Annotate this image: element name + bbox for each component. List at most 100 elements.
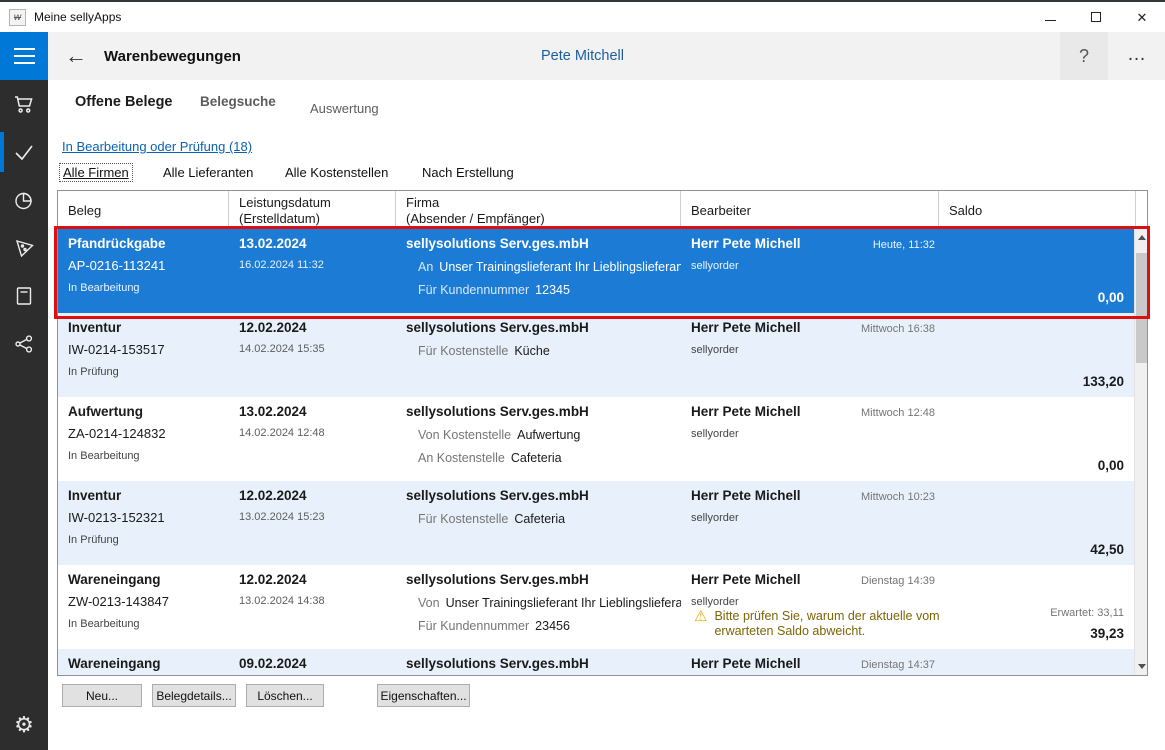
doc-number: ZA-0214-124832 [68, 426, 229, 441]
column-header-firma[interactable]: Firma(Absender / Empfänger) [396, 191, 681, 228]
doc-type: Inventur [68, 488, 229, 503]
row-timestamp: Mittwoch 10:23 [861, 491, 935, 503]
company-details: Von KostenstelleAufwertungAn Kostenstell… [406, 428, 681, 465]
back-button[interactable] [58, 32, 94, 80]
tab-auswertung[interactable]: Auswertung [310, 101, 379, 116]
vertical-scrollbar[interactable] [1134, 229, 1147, 675]
doc-number: AP-0216-113241 [68, 258, 229, 273]
app-window: w Meine sellyApps Warenbewegungen Pete M… [0, 0, 1165, 750]
created-date: 13.02.2024 15:23 [239, 511, 396, 523]
saldo-value: 133,20 [1083, 374, 1124, 389]
tab-offene-belege[interactable]: Offene Belege [75, 94, 173, 110]
detail-line: VonUnser Trainingslieferant Ihr Liebling… [418, 596, 681, 610]
documents-table: Beleg Leistungsdatum(Erstelldatum) Firma… [57, 190, 1148, 676]
column-header-filler [1136, 191, 1147, 228]
table-row[interactable]: Pfandrückgabe AP-0216-113241 In Bearbeit… [58, 229, 1134, 313]
detail-line: Für Kostenstelle Cafeteria [418, 512, 681, 526]
company-details: Für KostenstelleKüche [406, 344, 681, 358]
help-button[interactable] [1060, 32, 1108, 80]
service-date: 09.02.2024 [239, 656, 396, 671]
doc-status: In Bearbeitung [68, 282, 229, 294]
company-details: VonUnser Trainingslieferant Ihr Liebling… [406, 596, 681, 633]
company-name: sellysolutions Serv.ges.mbH [406, 236, 681, 251]
doc-status: In Prüfung [68, 534, 229, 546]
doc-type: Pfandrückgabe [68, 236, 229, 251]
column-header-saldo[interactable]: Saldo [939, 191, 1136, 228]
editor-app: sellyorder [691, 260, 939, 272]
doc-number: IW-0214-153517 [68, 342, 229, 357]
editor-app: sellyorder [691, 344, 939, 356]
company-name: sellysolutions Serv.ges.mbH [406, 656, 681, 671]
status-filter-link[interactable]: In Bearbeitung oder Prüfung (18) [62, 139, 252, 154]
saldo-value: 0,00 [1098, 458, 1124, 473]
row-timestamp: Mittwoch 12:48 [861, 407, 935, 419]
doc-status: In Bearbeitung [68, 450, 229, 462]
saldo-value: 39,23 [1090, 626, 1124, 641]
maximize-icon [1091, 12, 1101, 22]
window-controls [1027, 2, 1165, 32]
detail-prefix: Für Kostenstelle [418, 512, 508, 526]
detail-prefix: Für Kundennummer [418, 283, 529, 297]
more-options-button[interactable] [1117, 32, 1157, 80]
detail-line: Für KostenstelleKüche [418, 344, 681, 358]
doc-type: Aufwertung [68, 404, 229, 419]
detail-line: Für Kundennummer 23456 [418, 619, 681, 633]
column-header-leistungsdatum[interactable]: Leistungsdatum(Erstelldatum) [229, 191, 396, 228]
share-icon [12, 332, 36, 356]
table-row[interactable]: Wareneingang ZW-0213-143847 In Bearbeitu… [58, 565, 1134, 649]
row-timestamp: Dienstag 14:39 [861, 575, 935, 587]
detail-value: 12345 [535, 283, 570, 297]
table-row[interactable]: Aufwertung ZA-0214-124832 In Bearbeitung… [58, 397, 1134, 481]
chevron-down-icon [1138, 664, 1146, 669]
detail-value: 23456 [535, 619, 570, 633]
column-header-beleg[interactable]: Beleg [58, 191, 229, 228]
detail-prefix: Für Kundennummer [418, 619, 529, 633]
table-body: Pfandrückgabe AP-0216-113241 In Bearbeit… [58, 229, 1134, 675]
sidebar-item-share[interactable] [0, 320, 48, 368]
scroll-down-button[interactable] [1135, 659, 1148, 674]
user-name-link[interactable]: Pete Mitchell [541, 32, 624, 80]
sidebar-item-food[interactable] [0, 224, 48, 272]
window-title: Meine sellyApps [34, 10, 121, 24]
doc-type: Wareneingang [68, 656, 229, 671]
detail-value: Aufwertung [517, 428, 580, 442]
scroll-up-button[interactable] [1135, 230, 1148, 245]
filter-nach-erstellung[interactable]: Nach Erstellung [422, 165, 514, 180]
filter-alle-kostenstellen[interactable]: Alle Kostenstellen [285, 165, 388, 180]
column-header-bearbeiter[interactable]: Bearbeiter [681, 191, 939, 228]
row-timestamp: Dienstag 14:37 [861, 659, 935, 671]
company-name: sellysolutions Serv.ges.mbH [406, 404, 681, 419]
new-button[interactable]: Neu... [62, 684, 142, 707]
maximize-button[interactable] [1073, 2, 1119, 32]
scrollbar-thumb[interactable] [1136, 253, 1147, 363]
close-button[interactable] [1119, 2, 1165, 32]
company-name: sellysolutions Serv.ges.mbH [406, 572, 681, 587]
tab-belegsuche[interactable]: Belegsuche [200, 94, 276, 109]
app-header: Warenbewegungen Pete Mitchell [0, 32, 1165, 80]
table-row[interactable]: Inventur IW-0214-153517 In Prüfung 12.02… [58, 313, 1134, 397]
chevron-up-icon [1138, 235, 1146, 240]
detail-prefix: Von Kostenstelle [418, 428, 511, 442]
saldo-value: 42,50 [1090, 542, 1124, 557]
table-row[interactable]: Wareneingang 09.02.2024 sellysolutions S… [58, 649, 1134, 675]
minimize-button[interactable] [1027, 2, 1073, 32]
document-details-button[interactable]: Belegdetails... [152, 684, 236, 707]
expected-saldo: Erwartet: 33,11 [1050, 607, 1124, 619]
app-logo-icon: w [9, 9, 26, 26]
row-timestamp: Mittwoch 16:38 [861, 323, 935, 335]
warning-icon: ⚠ [694, 609, 707, 639]
service-date: 13.02.2024 [239, 404, 396, 419]
filter-alle-lieferanten[interactable]: Alle Lieferanten [163, 165, 253, 180]
delete-button[interactable]: Löschen... [246, 684, 324, 707]
minimize-icon [1045, 20, 1056, 21]
detail-value: Cafeteria [514, 512, 565, 526]
page-title: Warenbewegungen [104, 32, 241, 80]
service-date: 12.02.2024 [239, 572, 396, 587]
sidebar-item-catalog[interactable] [0, 272, 48, 320]
table-row[interactable]: Inventur IW-0213-152321 In Prüfung 12.02… [58, 481, 1134, 565]
warning-text: Bitte prüfen Sie, warum der aktuelle vom… [714, 609, 939, 639]
properties-button[interactable]: Eigenschaften... [377, 684, 470, 707]
hamburger-menu-button[interactable] [0, 32, 48, 80]
filter-alle-firmen[interactable]: Alle Firmen [59, 163, 133, 182]
sidebar-item-cart[interactable] [0, 80, 48, 128]
